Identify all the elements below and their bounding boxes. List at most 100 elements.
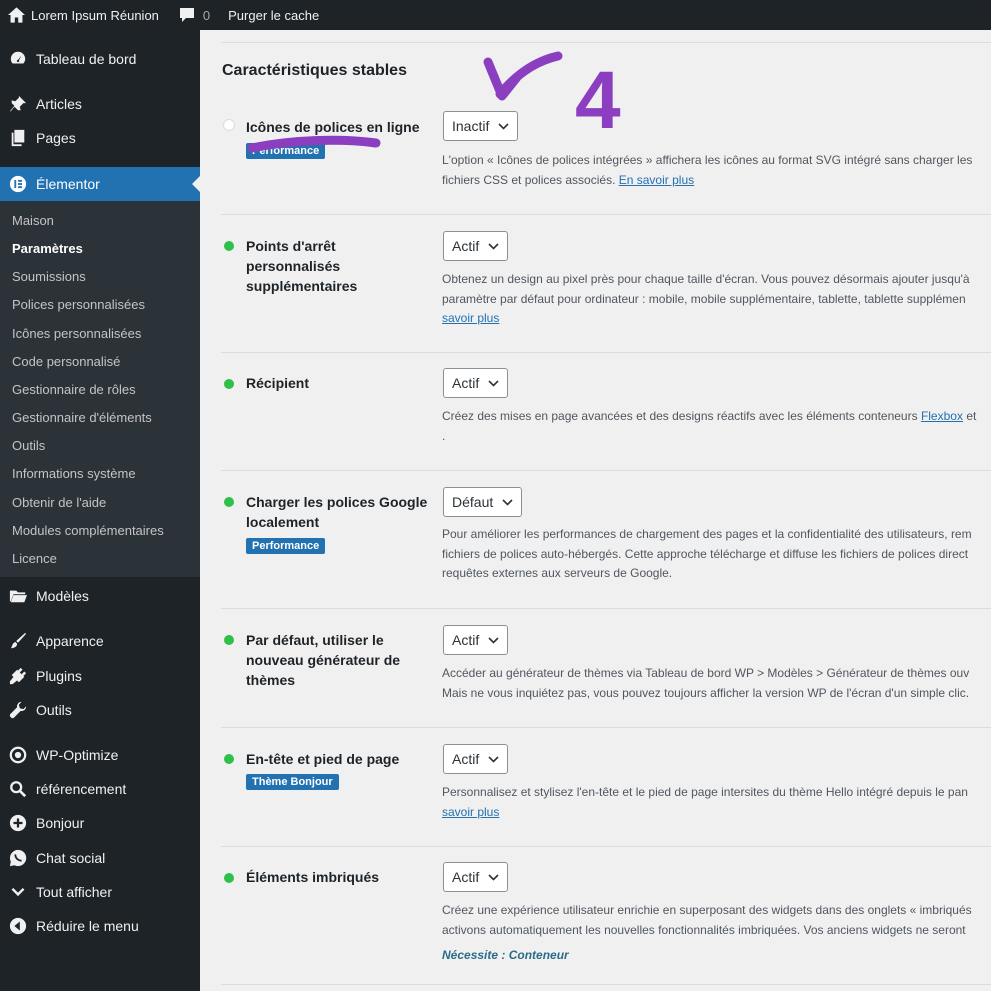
- purge-cache-button[interactable]: Purger le cache: [220, 0, 327, 30]
- flexbox-link[interactable]: Flexbox: [921, 409, 963, 423]
- feature-name: Par défaut, utiliser le nouveau générate…: [246, 632, 401, 688]
- menu-label: Outils: [36, 702, 72, 718]
- feature-select[interactable]: Actif: [443, 744, 509, 774]
- divider: [221, 42, 991, 43]
- menu-item-chat-social[interactable]: Chat social: [0, 841, 200, 875]
- comment-icon: [179, 8, 194, 22]
- menu-item-tout-afficher[interactable]: Tout afficher: [0, 875, 200, 909]
- select-value: Actif: [452, 751, 480, 767]
- learn-more-link[interactable]: savoir plus: [442, 805, 499, 819]
- feature-name: Points d'arrêt personnalisés supplémenta…: [246, 238, 358, 294]
- menu-label: référencement: [36, 781, 127, 797]
- status-dot: [224, 873, 234, 883]
- menu-item-apparence[interactable]: Apparence: [0, 624, 200, 658]
- admin-sidebar: Tableau de bord Articles Pages Élementor…: [0, 30, 200, 991]
- menu-item-referencement[interactable]: référencement: [0, 772, 200, 806]
- feature-select[interactable]: Actif: [443, 862, 509, 892]
- site-name-link[interactable]: Lorem Ipsum Réunion: [0, 0, 167, 30]
- menu-label: Modèles: [36, 588, 89, 604]
- menu-label: WP-Optimize: [36, 747, 119, 763]
- search-icon: [0, 780, 36, 798]
- feature-row-theme-builder: Par défaut, utiliser le nouveau générate…: [221, 609, 991, 728]
- submenu-item-icones[interactable]: Icônes personnalisées: [12, 326, 141, 341]
- feature-select[interactable]: Inactif: [443, 111, 519, 141]
- chevron-down-icon: [0, 884, 36, 900]
- select-value: Actif: [452, 375, 480, 391]
- submenu-item-licence[interactable]: Licence: [12, 551, 57, 566]
- feature-name: Charger les polices Google localement: [246, 494, 428, 530]
- collapse-menu-button[interactable]: Réduire le menu: [0, 909, 200, 943]
- feature-tag: Performance: [246, 143, 326, 159]
- feature-select[interactable]: Défaut: [443, 487, 523, 517]
- submenu-item-infos[interactable]: Informations système: [12, 466, 136, 481]
- submenu-item-maison[interactable]: Maison: [12, 213, 54, 228]
- feature-select[interactable]: Actif: [443, 368, 509, 398]
- collapse-icon: [0, 917, 36, 935]
- pin-icon: [0, 95, 36, 113]
- submenu-item-outils[interactable]: Outils: [12, 438, 45, 453]
- status-dot: [224, 635, 234, 645]
- chevron-down-icon: [488, 755, 499, 763]
- dashboard-icon: [0, 50, 36, 68]
- select-value: Actif: [452, 869, 480, 885]
- comments-count: 0: [202, 7, 211, 23]
- section-title: Caractéristiques stables: [222, 62, 407, 79]
- menu-item-elementor[interactable]: Élementor: [0, 167, 200, 201]
- wrench-icon: [0, 701, 36, 719]
- purge-cache-label: Purger le cache: [228, 7, 320, 23]
- menu-label: Plugins: [36, 668, 82, 684]
- feature-row-header-footer: En-tête et pied de page Thème Bonjour Ac…: [221, 728, 991, 847]
- plus-circle-icon: [0, 814, 36, 832]
- feature-name: En-tête et pied de page: [246, 751, 400, 767]
- feature-description: Créez une expérience utilisateur enrichi…: [442, 903, 972, 937]
- chevron-down-icon: [488, 242, 499, 250]
- submenu-item-elements[interactable]: Gestionnaire d'éléments: [12, 410, 152, 425]
- menu-item-outils[interactable]: Outils: [0, 693, 200, 727]
- status-dot: [224, 754, 234, 764]
- submenu-item-parametres[interactable]: Paramètres: [12, 241, 83, 256]
- select-value: Actif: [452, 238, 480, 254]
- select-value: Actif: [452, 632, 480, 648]
- feature-row-breakpoints: Points d'arrêt personnalisés supplémenta…: [221, 215, 991, 353]
- submenu-item-code[interactable]: Code personnalisé: [12, 354, 120, 369]
- menu-label: Réduire le menu: [36, 918, 139, 934]
- menu-label: Apparence: [36, 633, 104, 649]
- submenu-item-soumissions[interactable]: Soumissions: [12, 269, 86, 284]
- feature-row-container: Récipient Actif Créez des mises en page …: [221, 353, 991, 471]
- menu-label: Articles: [36, 96, 82, 112]
- comments-link[interactable]: 0: [171, 0, 218, 30]
- pages-icon: [0, 129, 36, 147]
- menu-item-dashboard[interactable]: Tableau de bord: [0, 42, 200, 76]
- menu-item-pages[interactable]: Pages: [0, 121, 200, 155]
- menu-item-plugins[interactable]: Plugins: [0, 659, 200, 693]
- menu-item-modeles[interactable]: Modèles: [0, 579, 200, 613]
- home-icon: [8, 7, 25, 23]
- feature-name: Récipient: [246, 375, 310, 391]
- submenu-item-aide[interactable]: Obtenir de l'aide: [12, 495, 106, 510]
- select-value: Défaut: [452, 494, 494, 510]
- submenu-item-modules[interactable]: Modules complémentaires: [12, 523, 164, 538]
- menu-item-bonjour[interactable]: Bonjour: [0, 806, 200, 840]
- menu-item-articles[interactable]: Articles: [0, 87, 200, 121]
- menu-item-wp-optimize[interactable]: WP-Optimize: [0, 738, 200, 772]
- whatsapp-icon: [0, 849, 36, 867]
- feature-description: Personnalisez et stylisez l'en-tête et l…: [442, 785, 968, 819]
- feature-row-nested-elements: Éléments imbriqués Actif Créez une expér…: [221, 847, 991, 985]
- status-dot: [224, 241, 234, 251]
- elementor-icon: [0, 175, 36, 193]
- menu-label: Tout afficher: [36, 884, 113, 900]
- admin-bar: Lorem Ipsum Réunion 0 Purger le cache: [0, 0, 991, 30]
- feature-select[interactable]: Actif: [443, 231, 509, 261]
- learn-more-link[interactable]: savoir plus: [442, 311, 499, 325]
- feature-description: Obtenez un design au pixel près pour cha…: [442, 272, 970, 325]
- chevron-down-icon: [498, 122, 509, 130]
- brush-icon: [0, 632, 36, 650]
- feature-tag: Performance: [246, 538, 326, 554]
- site-name: Lorem Ipsum Réunion: [31, 7, 159, 23]
- feature-row-google-fonts: Charger les polices Google localement Pe…: [221, 471, 991, 609]
- submenu-item-polices[interactable]: Polices personnalisées: [12, 297, 145, 312]
- learn-more-link[interactable]: En savoir plus: [619, 173, 694, 187]
- chevron-down-icon: [488, 379, 499, 387]
- submenu-item-roles[interactable]: Gestionnaire de rôles: [12, 382, 136, 397]
- feature-select[interactable]: Actif: [443, 625, 509, 655]
